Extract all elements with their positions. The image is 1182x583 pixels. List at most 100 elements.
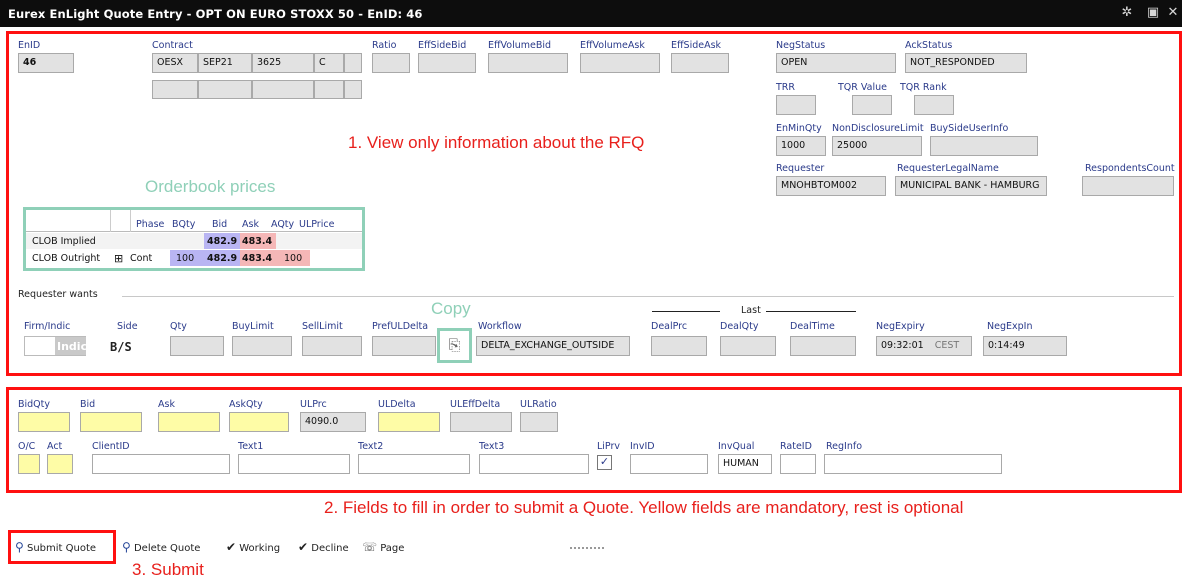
bid-field[interactable] bbox=[80, 412, 142, 432]
enminqty-field: 1000 bbox=[776, 136, 826, 156]
dealqty-label: DealQty bbox=[720, 321, 759, 332]
dealprc-label: DealPrc bbox=[651, 321, 688, 332]
liprv-checkbox[interactable]: ✓ bbox=[597, 455, 612, 470]
clientid-field[interactable] bbox=[92, 454, 230, 474]
contract-expiry-field: SEP21 bbox=[198, 53, 252, 73]
page-label: Page bbox=[380, 543, 405, 554]
trr-label: TRR bbox=[776, 82, 796, 93]
submit-quote-icon: ⚲ bbox=[15, 540, 24, 554]
uldelta-field[interactable] bbox=[378, 412, 440, 432]
tqrrank-label: TQR Rank bbox=[900, 82, 947, 93]
rateid-label: RateID bbox=[780, 441, 812, 452]
annotation-quote-fields: 2. Fields to fill in order to submit a Q… bbox=[324, 498, 964, 517]
resize-grip-icon[interactable] bbox=[570, 547, 604, 549]
nondisclosure-field: 25000 bbox=[832, 136, 922, 156]
clientid-label: ClientID bbox=[92, 441, 130, 452]
working-button[interactable]: ✔ Working bbox=[226, 540, 280, 554]
uleffdelta-field bbox=[450, 412, 512, 432]
orderbook-header-phase: Phase bbox=[136, 219, 165, 230]
reginfo-field[interactable] bbox=[824, 454, 1002, 474]
selllimit-label: SellLimit bbox=[302, 321, 343, 332]
orderbook-row-name: CLOB Implied bbox=[32, 236, 96, 247]
invid-label: InvID bbox=[630, 441, 655, 452]
invqual-field[interactable]: HUMAN bbox=[718, 454, 772, 474]
askqty-field[interactable] bbox=[229, 412, 289, 432]
contract-leg2-field bbox=[252, 80, 314, 99]
oc-field[interactable] bbox=[18, 454, 40, 474]
text1-label: Text1 bbox=[238, 441, 264, 452]
orderbook-header-bid: Bid bbox=[212, 219, 228, 230]
respondents-field bbox=[1082, 176, 1174, 196]
enid-field: 46 bbox=[18, 53, 74, 73]
annotation-rfq-info: 1. View only information about the RFQ bbox=[348, 133, 645, 152]
delete-quote-button[interactable]: ⚲ Delete Quote bbox=[122, 540, 200, 554]
orderbook-table: Phase BQty Bid Ask AQty ULPrice CLOB Imp… bbox=[26, 210, 362, 268]
text3-field[interactable] bbox=[479, 454, 589, 474]
trr-field bbox=[776, 95, 816, 115]
ratio-label: Ratio bbox=[372, 40, 397, 51]
gear-icon[interactable]: ✲ bbox=[1120, 6, 1134, 20]
workflow-label: Workflow bbox=[478, 321, 522, 332]
contract-strike-field: 3625 bbox=[252, 53, 314, 73]
expand-icon[interactable]: ⊞ bbox=[114, 252, 123, 265]
annotation-copy: Copy bbox=[431, 299, 471, 318]
invqual-label: InvQual bbox=[718, 441, 755, 452]
orderbook-bqty: 100 bbox=[176, 253, 195, 264]
enid-label: EnID bbox=[18, 40, 41, 51]
section-divider bbox=[122, 296, 1174, 297]
effvolumeask-label: EffVolumeAsk bbox=[580, 40, 645, 51]
buysideuser-label: BuySideUserInfo bbox=[930, 123, 1009, 134]
text1-field[interactable] bbox=[238, 454, 350, 474]
ask-field[interactable] bbox=[158, 412, 220, 432]
negexpiry-value: 09:32:01 bbox=[881, 340, 924, 351]
requester-label: Requester bbox=[776, 163, 825, 174]
prefuldelta-label: PrefULDelta bbox=[372, 321, 429, 332]
close-icon[interactable]: ✕ bbox=[1166, 6, 1180, 20]
firm-indic-toggle[interactable]: Indic bbox=[24, 336, 87, 356]
decline-button[interactable]: ✔ Decline bbox=[298, 540, 349, 554]
copy-icon[interactable]: ⎘ bbox=[443, 334, 466, 357]
contract-label: Contract bbox=[152, 40, 193, 51]
orderbook-header-ulprice: ULPrice bbox=[299, 219, 335, 230]
window-icon[interactable]: ▣ bbox=[1146, 6, 1160, 20]
uldelta-label: ULDelta bbox=[378, 399, 416, 410]
decline-label: Decline bbox=[311, 543, 349, 554]
page-button[interactable]: ☏ Page bbox=[362, 540, 404, 554]
negexpin-field: 0:14:49 bbox=[983, 336, 1067, 356]
effsideask-label: EffSideAsk bbox=[671, 40, 722, 51]
text2-field[interactable] bbox=[358, 454, 470, 474]
qty-field bbox=[170, 336, 224, 356]
orderbook-header-ask: Ask bbox=[242, 219, 259, 230]
act-label: Act bbox=[47, 441, 63, 452]
contract-leg2-field bbox=[314, 80, 344, 99]
ulprc-label: ULPrc bbox=[300, 399, 327, 410]
indic-toggle-value: Indic bbox=[55, 337, 87, 355]
selllimit-field bbox=[302, 336, 362, 356]
submit-quote-button[interactable]: ⚲ Submit Quote bbox=[15, 540, 96, 554]
effsidebid-label: EffSideBid bbox=[418, 40, 467, 51]
ratio-field bbox=[372, 53, 410, 73]
tqrvalue-field bbox=[852, 95, 892, 115]
invid-field[interactable] bbox=[630, 454, 708, 474]
buylimit-label: BuyLimit bbox=[232, 321, 274, 332]
delete-quote-label: Delete Quote bbox=[133, 543, 201, 554]
effsidebid-field bbox=[418, 53, 476, 73]
last-group-line bbox=[652, 311, 720, 312]
negexpiry-field: 09:32:01 CEST bbox=[876, 336, 972, 356]
effsideask-field bbox=[671, 53, 729, 73]
dealtime-field bbox=[790, 336, 856, 356]
bidqty-label: BidQty bbox=[18, 399, 51, 410]
buysideuser-field bbox=[930, 136, 1038, 156]
negexpin-label: NegExpIn bbox=[987, 321, 1033, 332]
rateid-field[interactable] bbox=[780, 454, 816, 474]
orderbook-row-name: CLOB Outright bbox=[32, 253, 101, 264]
negstatus-label: NegStatus bbox=[776, 40, 826, 51]
askqty-label: AskQty bbox=[229, 399, 263, 410]
negstatus-field: OPEN bbox=[776, 53, 896, 73]
bidqty-field[interactable] bbox=[18, 412, 70, 432]
orderbook-aqty: 100 bbox=[284, 253, 303, 264]
contract-product-field: OESX bbox=[152, 53, 198, 73]
ackstatus-field: NOT_RESPONDED bbox=[905, 53, 1027, 73]
act-field[interactable] bbox=[47, 454, 73, 474]
submit-quote-label: Submit Quote bbox=[26, 543, 97, 554]
